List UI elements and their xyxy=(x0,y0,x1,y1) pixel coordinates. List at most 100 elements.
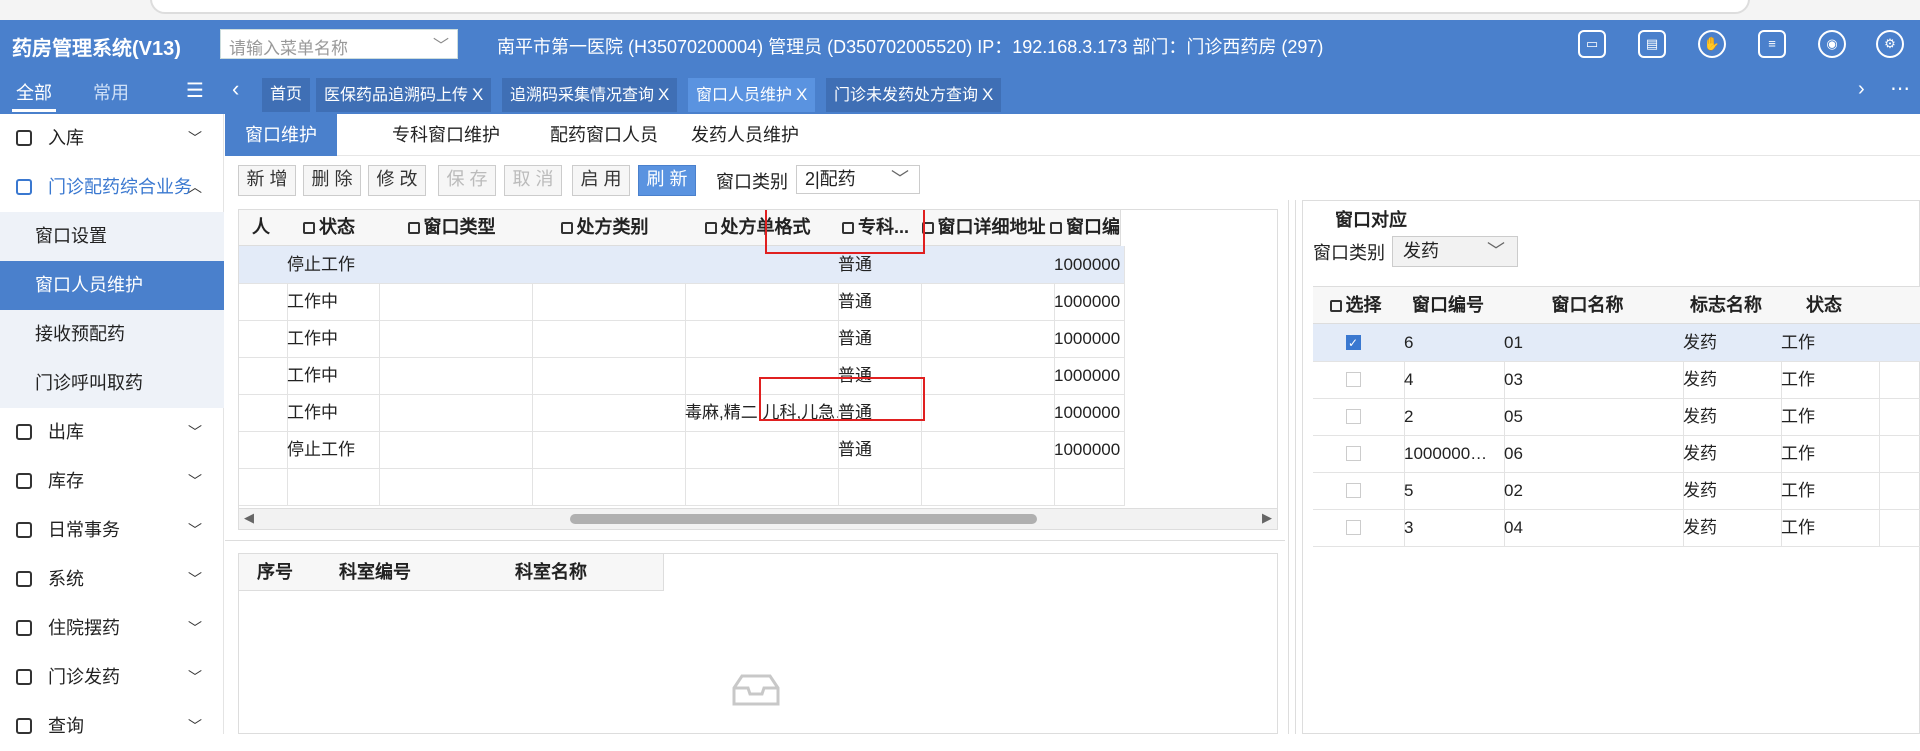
table-cell[interactable] xyxy=(375,246,533,284)
column-header[interactable]: 窗口详细地址 xyxy=(917,210,1051,246)
table-cell[interactable]: 1000000 xyxy=(1050,246,1125,284)
table-cell[interactable]: 06 xyxy=(1498,435,1684,473)
table-cell[interactable]: 1000000 xyxy=(1050,394,1125,432)
select-checkbox[interactable] xyxy=(1346,483,1361,498)
table-cell[interactable] xyxy=(375,394,533,432)
tab-dispensing-staff[interactable]: 配药窗口人员 xyxy=(530,114,678,156)
window-type-select[interactable]: 发药 ﹀ xyxy=(1392,236,1518,267)
table-cell[interactable]: 工作中 xyxy=(283,394,380,432)
table-cell[interactable]: 工作 xyxy=(1775,435,1880,473)
select-checkbox[interactable] xyxy=(1346,520,1361,535)
sidebar-item-stock[interactable]: 库存 ﹀ xyxy=(0,457,224,506)
table-cell[interactable] xyxy=(239,320,288,358)
table-cell[interactable] xyxy=(917,394,1055,432)
eye-icon[interactable]: ◉ xyxy=(1818,30,1846,58)
table-cell[interactable]: 普通 xyxy=(834,320,922,358)
card-icon[interactable]: ▭ xyxy=(1578,30,1606,58)
table-cell[interactable] xyxy=(528,431,686,469)
gear-icon[interactable]: ⚙ xyxy=(1876,30,1904,58)
close-icon[interactable]: X xyxy=(982,85,993,104)
tab-specialty-window[interactable]: 专科窗口维护 xyxy=(372,114,520,156)
table-cell[interactable] xyxy=(1313,435,1405,473)
column-header[interactable]: 窗口编 xyxy=(1050,210,1121,246)
table-cell[interactable]: 1000000 xyxy=(1050,357,1125,395)
tab-undispensed-query[interactable]: 门诊未发药处方查询 X xyxy=(826,78,1002,112)
table-cell[interactable] xyxy=(1873,472,1920,510)
table-cell[interactable] xyxy=(834,468,922,506)
table-cell[interactable]: 发药 xyxy=(1677,398,1782,436)
table-cell[interactable]: 1000000… xyxy=(1398,435,1505,473)
table-cell[interactable] xyxy=(528,357,686,395)
table-cell[interactable]: 停止工作 xyxy=(283,246,380,284)
table-cell[interactable] xyxy=(239,283,288,321)
table-cell[interactable]: 工作 xyxy=(1775,398,1880,436)
select-checkbox[interactable] xyxy=(1346,372,1361,387)
table-cell[interactable] xyxy=(528,283,686,321)
sidebar-item-daily[interactable]: 日常事务 ﹀ xyxy=(0,506,224,555)
refresh-button[interactable]: 刷 新 xyxy=(638,165,696,196)
cancel-button[interactable]: 取 消 xyxy=(504,165,562,196)
sidebar-item-inbound[interactable]: 入库 ﹀ xyxy=(0,114,224,163)
table-cell[interactable] xyxy=(375,320,533,358)
table-cell[interactable] xyxy=(917,283,1055,321)
table-cell[interactable] xyxy=(1313,398,1405,436)
column-header[interactable]: 窗口名称 xyxy=(1498,287,1678,324)
edit-button[interactable]: 修 改 xyxy=(368,165,426,196)
table-cell[interactable] xyxy=(917,320,1055,358)
table-cell[interactable]: 发药 xyxy=(1677,361,1782,399)
select-checkbox[interactable] xyxy=(1346,446,1361,461)
column-header[interactable]: 标志名称 xyxy=(1677,287,1776,324)
column-header[interactable]: 科室名称 xyxy=(439,554,664,591)
table-cell[interactable] xyxy=(239,468,288,506)
table-cell[interactable] xyxy=(1050,468,1125,506)
table-cell[interactable]: 普通 xyxy=(834,431,922,469)
select-checkbox[interactable] xyxy=(1346,409,1361,424)
sidebar-item-system[interactable]: 系统 ﹀ xyxy=(0,555,224,604)
table-cell[interactable] xyxy=(528,468,686,506)
tab-window-staff[interactable]: 窗口人员维护 X xyxy=(688,78,816,112)
table-cell[interactable]: 工作 xyxy=(1775,324,1880,362)
table-cell[interactable]: 1000000 xyxy=(1050,283,1125,321)
tab-home[interactable]: 首页 xyxy=(262,78,311,112)
column-header[interactable]: 窗口编号 xyxy=(1398,287,1499,324)
table-cell[interactable]: 04 xyxy=(1498,509,1684,547)
table-cell[interactable]: 3 xyxy=(1398,509,1505,547)
table-cell[interactable]: 停止工作 xyxy=(283,431,380,469)
sidebar-item-inpatient[interactable]: 住院摆药 ﹀ xyxy=(0,604,224,653)
column-header[interactable]: 序号 xyxy=(239,554,312,591)
table-cell[interactable] xyxy=(1313,324,1405,362)
menu-toggle-icon[interactable]: ☰ xyxy=(186,78,204,103)
table-cell[interactable] xyxy=(375,431,533,469)
sidebar-tab-common[interactable]: 常用 xyxy=(93,79,129,105)
table-cell[interactable] xyxy=(681,468,839,506)
table-cell[interactable] xyxy=(1313,361,1405,399)
table-cell[interactable]: 工作 xyxy=(1775,509,1880,547)
column-header[interactable]: 处方类别 xyxy=(528,210,682,246)
table-cell[interactable] xyxy=(681,320,839,358)
table-cell[interactable]: 工作 xyxy=(1775,361,1880,399)
table-cell[interactable] xyxy=(917,357,1055,395)
sidebar-subitem-window-staff[interactable]: 窗口人员维护 xyxy=(0,261,224,310)
sidebar-subitem-receive-predispense[interactable]: 接收预配药 xyxy=(0,310,224,359)
document-icon[interactable]: ≡ xyxy=(1758,30,1786,58)
sidebar-item-outpatient[interactable]: 门诊发药 ﹀ xyxy=(0,653,224,702)
table-cell[interactable]: 发药 xyxy=(1677,509,1782,547)
table-cell[interactable] xyxy=(1873,435,1920,473)
table-cell[interactable] xyxy=(239,246,288,284)
table-cell[interactable]: 发药 xyxy=(1677,435,1782,473)
table-cell[interactable] xyxy=(917,246,1055,284)
monitor-icon[interactable]: ▤ xyxy=(1638,30,1666,58)
tab-medical-upload[interactable]: 医保药品追溯码上传 X xyxy=(316,78,492,112)
scrollbar-thumb[interactable] xyxy=(570,514,1037,524)
table-cell[interactable] xyxy=(917,431,1055,469)
table-cell[interactable] xyxy=(681,431,839,469)
address-bar[interactable] xyxy=(150,0,1750,14)
close-icon[interactable]: X xyxy=(472,85,483,104)
table-cell[interactable] xyxy=(1873,398,1920,436)
close-icon[interactable]: X xyxy=(658,85,669,104)
scroll-left-icon[interactable]: ◀ xyxy=(244,510,254,526)
table-cell[interactable] xyxy=(375,283,533,321)
table-cell[interactable] xyxy=(283,468,380,506)
select-checkbox[interactable] xyxy=(1346,325,1361,361)
table-cell[interactable]: 1000000 xyxy=(1050,431,1125,469)
